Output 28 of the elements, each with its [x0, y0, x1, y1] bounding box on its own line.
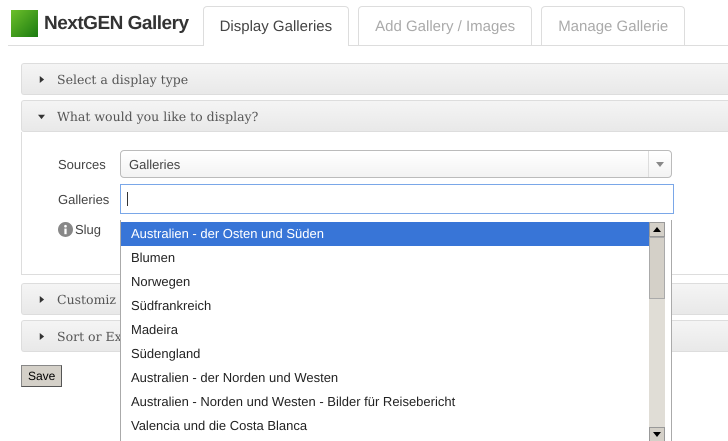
caret-icon: [38, 332, 45, 340]
scroll-up-icon[interactable]: [653, 227, 661, 232]
save-button[interactable]: Save: [21, 365, 62, 387]
dropdown-item[interactable]: Madeira: [121, 318, 649, 342]
accordion-header[interactable]: What would you like to display?: [21, 100, 728, 132]
info-icon: [58, 222, 73, 237]
dropdown-item[interactable]: Australien - der Osten und Süden: [121, 222, 649, 246]
dropdown-item[interactable]: Blumen: [121, 246, 649, 270]
scrollbar[interactable]: [649, 222, 665, 441]
dropdown-item[interactable]: Australien - Norden und Westen - Bilder für Reisebericht: [121, 390, 649, 414]
field-label: Sources: [58, 156, 107, 172]
dropdown-item[interactable]: Valencia und die Costa Blanca: [121, 414, 649, 438]
scroll-down-icon[interactable]: [653, 432, 661, 437]
caret-icon: [38, 296, 45, 302]
accordion-header[interactable]: Select a display type: [21, 63, 728, 95]
caret-icon: [38, 76, 45, 82]
dropdown-item[interactable]: Australien - der Norden und Westen: [121, 366, 649, 390]
field-label: Galleries: [58, 192, 110, 206]
caret-icon: [38, 112, 45, 120]
tab[interactable]: Display Galleries: [202, 6, 350, 46]
dropdown-item[interactable]: Südfrankreich: [121, 294, 649, 318]
field-label: Slug: [75, 222, 102, 237]
logo-icon: [11, 10, 38, 37]
logo-text: NextGEN Gallery: [44, 12, 189, 34]
dropdown-item[interactable]: Südengland: [121, 342, 649, 366]
sources-select[interactable]: Galleries: [120, 150, 672, 178]
galleries-input-field[interactable]: [120, 184, 674, 214]
dropdown-item[interactable]: Norwegen: [121, 270, 649, 294]
